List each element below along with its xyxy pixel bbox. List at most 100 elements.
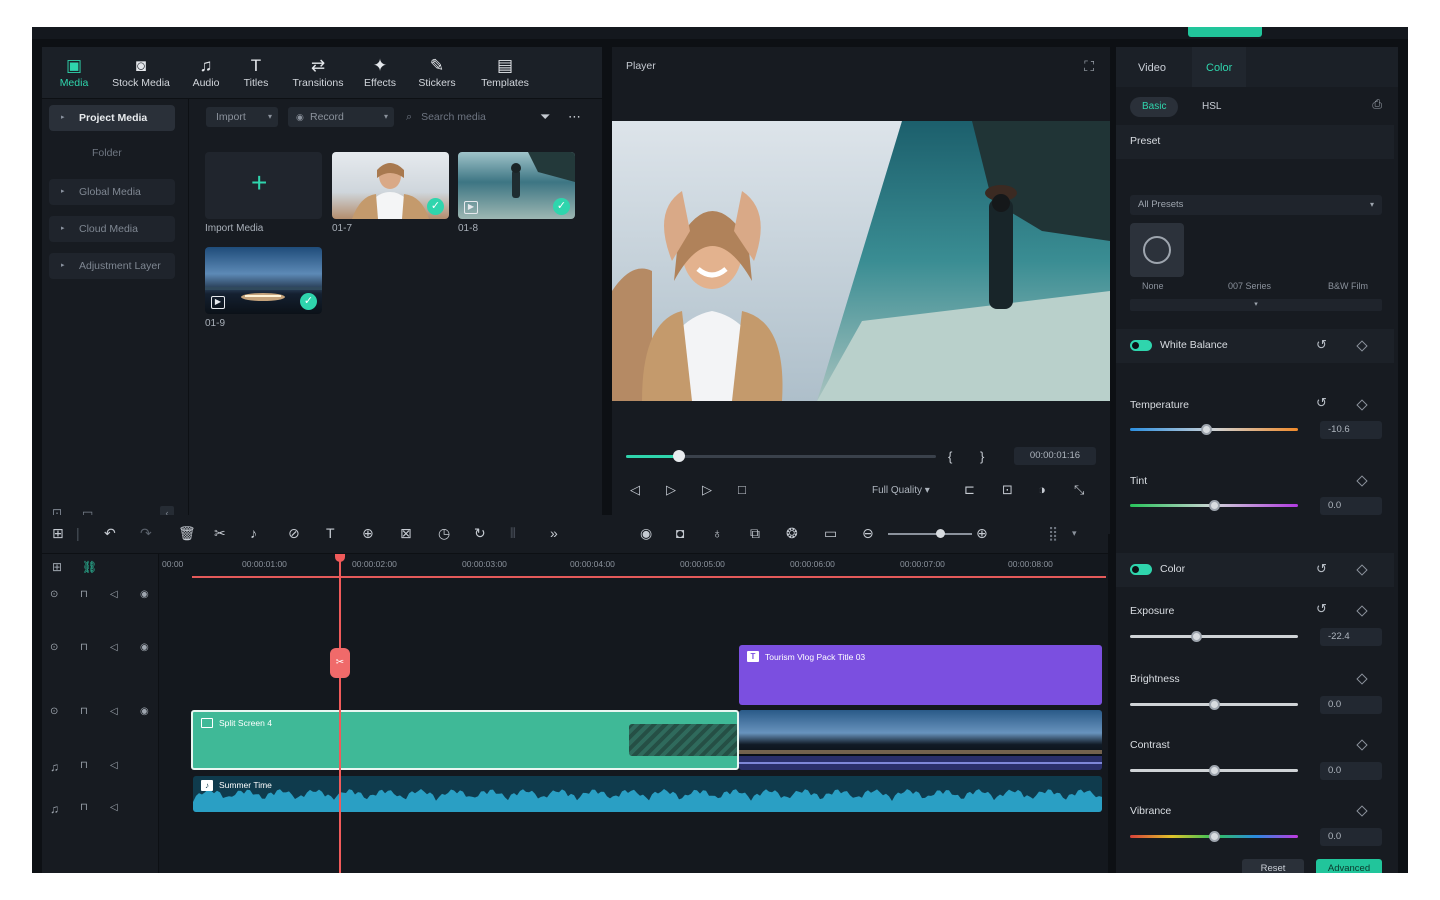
color-toggle[interactable] bbox=[1130, 564, 1152, 575]
keyframe-icon[interactable] bbox=[1356, 805, 1368, 817]
undo-icon[interactable]: ↶ bbox=[104, 525, 116, 542]
lock-icon[interactable]: ⊓ bbox=[80, 642, 88, 653]
lock-icon[interactable]: ⊓ bbox=[80, 589, 88, 600]
speaker-icon[interactable]: ◁ bbox=[110, 760, 118, 771]
image-view-icon[interactable]: ⛶ bbox=[1084, 58, 1094, 75]
tab-video[interactable]: Video bbox=[1124, 47, 1180, 87]
keyframe-icon[interactable] bbox=[1356, 340, 1368, 352]
tint-value[interactable]: 0.0 bbox=[1320, 497, 1382, 515]
sidebar-item-folder[interactable]: Folder bbox=[92, 147, 122, 159]
sidebar-item-cloud-media[interactable]: Cloud Media bbox=[49, 216, 175, 242]
preset-dropdown[interactable]: All Presets ▾ bbox=[1130, 195, 1382, 215]
tab-titles[interactable]: T Titles bbox=[228, 55, 284, 89]
stop-icon[interactable]: □ bbox=[738, 482, 746, 497]
split-marker-icon[interactable]: ✂ bbox=[330, 648, 350, 678]
zoom-out-icon[interactable]: ⊖ bbox=[862, 525, 874, 542]
playback-scrubber[interactable] bbox=[626, 450, 936, 462]
sticker-icon[interactable]: ⧉ bbox=[750, 525, 760, 542]
mask-icon[interactable]: ⊠ bbox=[400, 525, 412, 542]
previous-frame-icon[interactable]: ◁ bbox=[630, 482, 640, 498]
rotate-icon[interactable]: ↻ bbox=[474, 525, 486, 542]
media-thumb-01-8[interactable]: ▶ ✓ bbox=[458, 152, 575, 219]
preset-label[interactable]: 007 Series bbox=[1228, 281, 1271, 291]
eye-icon[interactable]: ◉ bbox=[140, 589, 149, 600]
tab-media[interactable]: ▣ Media bbox=[46, 55, 102, 89]
save-preset-icon[interactable]: ⎙ bbox=[1372, 97, 1382, 112]
split-screen-clip[interactable]: Split Screen 4 bbox=[191, 710, 739, 770]
temperature-value[interactable]: -10.6 bbox=[1320, 421, 1382, 439]
volume-icon[interactable]: ◑ bbox=[1038, 482, 1046, 497]
title-clip[interactable]: T Tourism Vlog Pack Title 03 bbox=[739, 645, 1102, 705]
zoom-slider-handle[interactable] bbox=[936, 529, 945, 538]
time-ruler[interactable]: 00:00 00:00:01:00 00:00:02:00 00:00:03:0… bbox=[160, 554, 1108, 578]
redo-icon[interactable]: ↷ bbox=[140, 525, 152, 542]
reset-button[interactable]: Reset bbox=[1242, 859, 1304, 873]
preset-none-tile[interactable] bbox=[1130, 223, 1184, 277]
lock-icon[interactable]: ⊓ bbox=[80, 802, 88, 813]
keyframe-icon[interactable] bbox=[1356, 739, 1368, 751]
brightness-value[interactable]: 0.0 bbox=[1320, 696, 1382, 714]
keyframe-icon[interactable] bbox=[1356, 475, 1368, 487]
zoom-slider[interactable] bbox=[888, 529, 972, 538]
eye-icon[interactable]: ◉ bbox=[140, 706, 149, 717]
subtab-basic[interactable]: Basic bbox=[1130, 97, 1179, 117]
link-icon[interactable]: ⛓ bbox=[82, 560, 97, 574]
video-clip-01-9[interactable] bbox=[739, 710, 1102, 770]
audio-clip[interactable]: ♪ Summer Time bbox=[193, 776, 1102, 812]
sidebar-item-adjustment-layer[interactable]: Adjustment Layer bbox=[49, 253, 175, 279]
track-2-visibility-icon[interactable]: ⊙ bbox=[50, 642, 58, 653]
contrast-value[interactable]: 0.0 bbox=[1320, 762, 1382, 780]
chevron-down-icon[interactable]: ▾ bbox=[1072, 528, 1077, 539]
exposure-slider-handle[interactable] bbox=[1190, 631, 1202, 642]
search-input[interactable]: ⌕ Search media bbox=[406, 107, 526, 127]
reset-icon[interactable]: ↺ bbox=[1316, 337, 1327, 353]
add-track-icon[interactable]: ⊞ bbox=[52, 560, 62, 574]
playhead[interactable] bbox=[339, 554, 341, 873]
brightness-slider-handle[interactable] bbox=[1209, 699, 1220, 710]
sidebar-item-global-media[interactable]: Global Media bbox=[49, 179, 175, 205]
vibrance-value[interactable]: 0.0 bbox=[1320, 828, 1382, 846]
vibrance-slider-handle[interactable] bbox=[1209, 831, 1220, 842]
video-preview[interactable] bbox=[612, 121, 1110, 401]
reset-icon[interactable]: ↺ bbox=[1316, 561, 1327, 577]
audio-detach-icon[interactable]: ♪ bbox=[250, 525, 257, 541]
keyframe-icon[interactable] bbox=[1356, 673, 1368, 685]
keyframe-icon[interactable] bbox=[1356, 605, 1368, 617]
contrast-slider-handle[interactable] bbox=[1209, 765, 1220, 776]
tag-icon[interactable]: ⊘ bbox=[288, 525, 300, 542]
import-media-tile[interactable]: + bbox=[205, 152, 322, 219]
step-forward-icon[interactable]: ▷ bbox=[666, 482, 676, 498]
render-icon[interactable]: ◉ bbox=[640, 525, 652, 542]
temperature-slider-handle[interactable] bbox=[1200, 424, 1212, 435]
eye-icon[interactable]: ◉ bbox=[140, 642, 149, 653]
layout-icon[interactable]: ⊞ bbox=[52, 525, 64, 542]
sidebar-item-project-media[interactable]: Project Media bbox=[49, 105, 175, 131]
expand-presets-icon[interactable]: ▾ bbox=[1130, 299, 1382, 311]
crop-zoom-icon[interactable]: ⊕ bbox=[362, 525, 374, 542]
tint-slider-handle[interactable] bbox=[1209, 500, 1220, 511]
mark-in-icon[interactable]: { bbox=[948, 449, 952, 464]
reset-icon[interactable]: ↺ bbox=[1316, 395, 1327, 411]
mark-out-icon[interactable]: } bbox=[980, 449, 984, 464]
filter-icon[interactable]: ⏷ bbox=[540, 107, 550, 127]
subtab-hsl[interactable]: HSL bbox=[1190, 97, 1233, 117]
ai-icon[interactable]: ❂ bbox=[786, 525, 798, 542]
split-audio-icon[interactable]: ⫴ bbox=[510, 525, 516, 542]
text-tool-icon[interactable]: T bbox=[326, 525, 335, 541]
reset-icon[interactable]: ↺ bbox=[1316, 601, 1327, 617]
zoom-in-icon[interactable]: ⊕ bbox=[976, 525, 988, 542]
tab-audio[interactable]: ♫ Audio bbox=[178, 55, 234, 89]
tab-effects[interactable]: ✦ Effects bbox=[352, 55, 408, 89]
speaker-icon[interactable]: ◁ bbox=[110, 802, 118, 813]
quality-dropdown[interactable]: Full Quality ▾ bbox=[872, 485, 930, 496]
tab-templates[interactable]: ▤ Templates bbox=[472, 55, 538, 89]
exposure-value[interactable]: -22.4 bbox=[1320, 628, 1382, 646]
speaker-icon[interactable]: ◁ bbox=[110, 642, 118, 653]
microphone-icon[interactable]: ♁ bbox=[712, 525, 723, 541]
preset-label[interactable]: B&W Film bbox=[1328, 281, 1368, 291]
fullscreen-icon[interactable]: ⤡ bbox=[1074, 482, 1084, 498]
shield-icon[interactable]: ◘ bbox=[676, 525, 684, 541]
more-options-icon[interactable]: ⋯ bbox=[568, 107, 581, 127]
speaker-icon[interactable]: ◁ bbox=[110, 706, 118, 717]
media-thumb-01-7[interactable]: ✓ bbox=[332, 152, 449, 219]
